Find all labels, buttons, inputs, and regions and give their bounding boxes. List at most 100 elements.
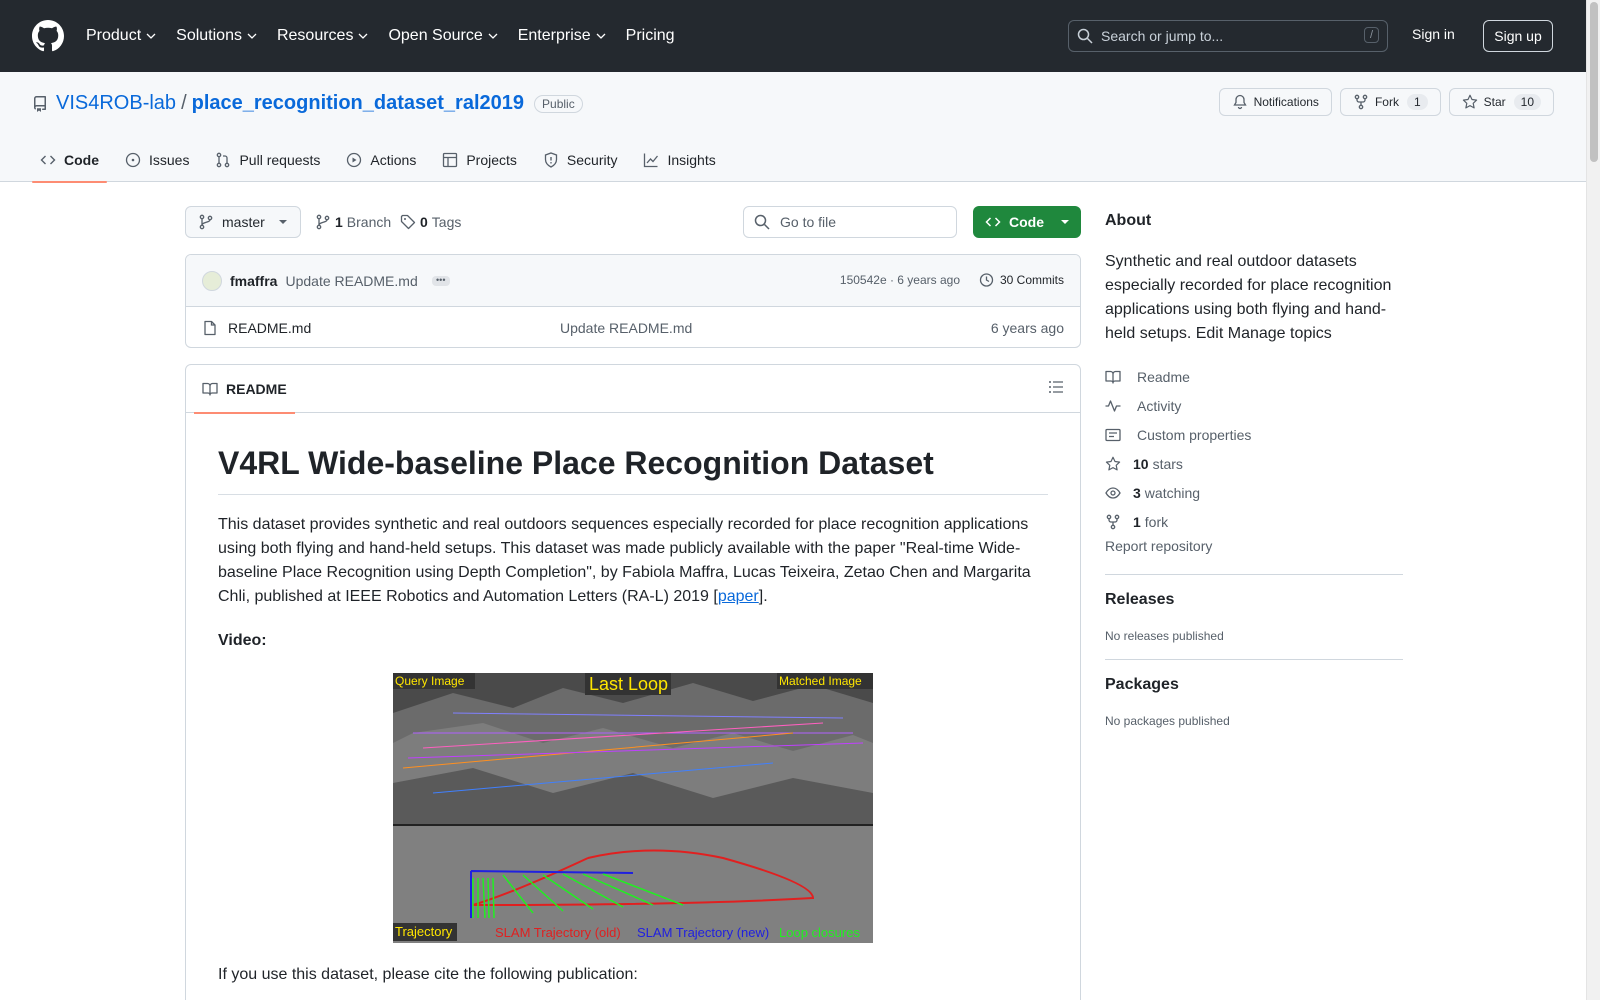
sidebar-divider <box>1105 659 1403 660</box>
branch-name: master <box>222 214 265 230</box>
video-loop-closures-label: Loop closures <box>779 925 860 940</box>
graph-icon <box>644 153 659 168</box>
sidebar-item-activity[interactable]: Activity <box>1105 391 1403 420</box>
nav-label: Resources <box>276 27 354 44</box>
video-last-loop-label: Last Loop <box>589 674 668 694</box>
readme-tab-label: README <box>226 380 287 397</box>
chevron-down-icon <box>596 33 606 39</box>
book-icon <box>1105 370 1121 384</box>
readme-tab[interactable]: README <box>194 365 295 414</box>
tab-actions[interactable]: Actions <box>338 138 424 182</box>
tab-pull-requests[interactable]: Pull requests <box>207 138 328 182</box>
sidebar-item-label: fork <box>1144 513 1169 530</box>
caret-down-icon <box>278 220 287 224</box>
commit-history-link[interactable]: 30 Commits <box>978 272 1064 288</box>
repo-icon <box>33 95 46 112</box>
github-logo-icon[interactable] <box>32 20 64 52</box>
readme-intro-paragraph: This dataset provides synthetic and real… <box>218 513 1048 609</box>
nav-enterprise[interactable]: Enterprise <box>518 27 606 45</box>
commit-hash-and-age[interactable]: 150542e · 6 years ago <box>840 273 960 287</box>
star-button[interactable]: Star 10 <box>1448 88 1554 116</box>
sidebar-item-label: Custom properties <box>1137 426 1252 443</box>
issue-opened-icon <box>125 152 141 168</box>
tab-insights[interactable]: Insights <box>635 138 723 182</box>
nav-label: Pricing <box>625 27 675 44</box>
readme-header: README <box>186 365 1080 414</box>
search-icon <box>1077 28 1093 44</box>
caret-down-icon <box>1061 220 1069 224</box>
scrollbar-thumb[interactable] <box>1590 2 1598 162</box>
sign-in-link[interactable]: Sign in <box>1412 26 1455 42</box>
sign-up-button[interactable]: Sign up <box>1483 20 1553 52</box>
releases-heading[interactable]: Releases <box>1105 591 1403 609</box>
sidebar-item-label: watching <box>1144 484 1201 501</box>
nav-resources[interactable]: Resources <box>277 27 368 45</box>
repo-tabs: Code Issues Pull requests Actions Projec… <box>32 138 734 183</box>
sidebar-divider <box>1105 574 1403 575</box>
tab-label: Issues <box>149 152 190 168</box>
search-input[interactable]: Search or jump to... / <box>1068 20 1388 52</box>
sidebar-item-stars[interactable]: 10 stars <box>1105 449 1403 478</box>
tab-issues[interactable]: Issues <box>117 138 197 182</box>
avatar[interactable] <box>202 270 222 291</box>
nav-open-source[interactable]: Open Source <box>388 27 498 45</box>
video-thumbnail[interactable]: Query Image Last Loop Matched Image Traj… <box>393 673 873 943</box>
repo-owner-link[interactable]: VIS4ROB-lab <box>56 92 176 115</box>
sidebar-item-readme[interactable]: Readme <box>1105 362 1403 391</box>
tag-icon <box>400 214 416 230</box>
branches-link[interactable]: 1 Branch <box>315 206 391 238</box>
commit-expand-button[interactable]: ••• <box>431 275 450 286</box>
note-icon <box>1105 428 1121 441</box>
shield-icon <box>544 152 558 168</box>
file-commit-message-link[interactable]: Update README.md <box>560 320 692 336</box>
page-scrollbar[interactable] <box>1586 0 1600 1000</box>
commit-author-link[interactable]: fmaffra <box>230 273 277 289</box>
code-icon <box>40 155 56 165</box>
tab-security[interactable]: Security <box>535 138 626 182</box>
branch-count-label: Branch <box>346 214 392 230</box>
eye-icon <box>1105 486 1121 499</box>
nav-pricing[interactable]: Pricing <box>626 27 675 45</box>
pulse-icon <box>1105 399 1121 412</box>
tags-link[interactable]: 0 Tags <box>400 206 461 238</box>
nav-label: Product <box>86 27 142 44</box>
tab-label: Security <box>566 152 618 168</box>
sidebar-item-watching[interactable]: 3 watching <box>1105 478 1403 507</box>
file-icon <box>204 320 216 336</box>
notifications-button[interactable]: Notifications <box>1218 88 1332 116</box>
commit-message-link[interactable]: Update README.md <box>285 273 417 289</box>
tab-label: Projects <box>466 152 517 168</box>
tab-label: Pull requests <box>239 152 321 168</box>
branch-select-button[interactable]: master <box>185 206 301 238</box>
nav-solutions[interactable]: Solutions <box>176 27 257 45</box>
file-name-link[interactable]: README.md <box>228 320 311 336</box>
table-row: README.md Update README.md 6 years ago <box>186 307 1080 347</box>
sidebar-item-custom-properties[interactable]: Custom properties <box>1105 420 1403 449</box>
file-age: 6 years ago <box>990 320 1064 336</box>
fork-icon <box>1106 514 1120 529</box>
fork-button[interactable]: Fork 1 <box>1339 88 1441 116</box>
tab-projects[interactable]: Projects <box>434 138 525 182</box>
nav-label: Enterprise <box>517 27 591 44</box>
repo-name-link[interactable]: place_recognition_dataset_ral2019 <box>192 92 524 115</box>
tab-code[interactable]: Code <box>32 138 107 183</box>
video-slam-new-label: SLAM Trajectory (new) <box>637 925 769 940</box>
list-unordered-icon[interactable] <box>1048 379 1064 395</box>
nav-label: Open Source <box>388 27 483 44</box>
code-dropdown-button[interactable]: Code <box>973 206 1081 238</box>
global-nav: Product Solutions Resources Open Source … <box>86 27 695 45</box>
go-to-file-input[interactable]: Go to file <box>743 206 957 238</box>
visibility-badge: Public <box>534 94 583 113</box>
nav-product[interactable]: Product <box>86 27 156 45</box>
video-frame-image: Query Image Last Loop Matched Image Traj… <box>393 673 873 943</box>
fork-label: Fork <box>1374 95 1399 109</box>
paper-link[interactable]: paper <box>718 588 759 605</box>
fork-icon <box>1354 94 1368 110</box>
sidebar-item-label: stars <box>1152 455 1183 472</box>
bell-icon <box>1232 94 1247 110</box>
packages-heading[interactable]: Packages <box>1105 676 1403 694</box>
search-shortcut-key: / <box>1363 27 1379 43</box>
sidebar-item-forks[interactable]: 1 fork <box>1105 507 1403 536</box>
play-icon <box>347 152 362 168</box>
report-repository-link[interactable]: Report repository <box>1105 538 1403 558</box>
